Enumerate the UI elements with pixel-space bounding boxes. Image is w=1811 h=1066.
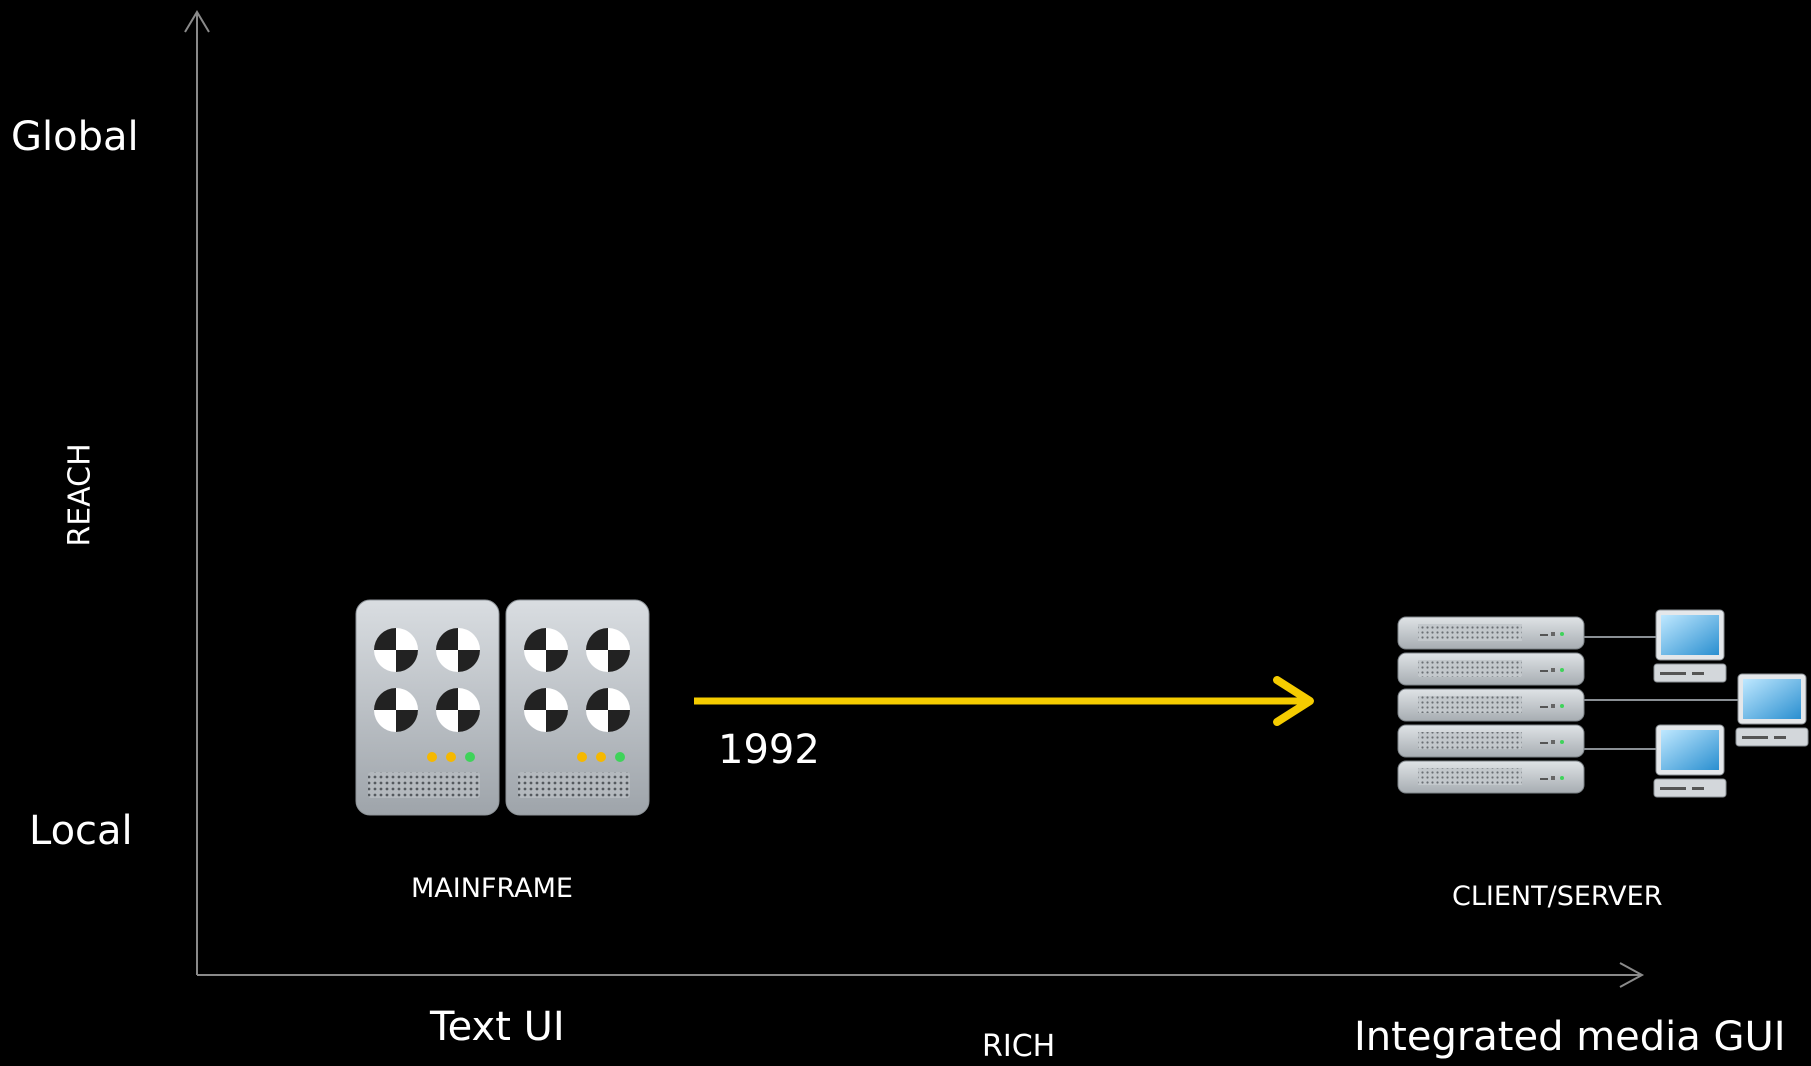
x-axis bbox=[197, 962, 1645, 988]
mainframe-label: MAINFRAME bbox=[411, 873, 573, 904]
mainframe-icon bbox=[355, 599, 650, 816]
mainframe-cabinet-left bbox=[355, 599, 500, 816]
computer-icon bbox=[1735, 673, 1809, 747]
y-axis-title: REACH bbox=[62, 443, 98, 547]
y-axis-top-label: Global bbox=[11, 114, 139, 160]
transition-arrow bbox=[694, 676, 1314, 726]
x-axis-left-label: Text UI bbox=[430, 1004, 565, 1050]
client-server-label: CLIENT/SERVER bbox=[1452, 881, 1663, 912]
x-axis-right-label: Integrated media GUI bbox=[1354, 1014, 1786, 1060]
y-axis-bottom-label: Local bbox=[29, 808, 133, 854]
computer-icon bbox=[1653, 724, 1727, 798]
server-rack-icon bbox=[1397, 616, 1585, 794]
computer-icon bbox=[1653, 609, 1727, 683]
x-axis-title: RICH bbox=[982, 1029, 1056, 1064]
client-server-icon bbox=[1397, 609, 1809, 798]
y-axis bbox=[184, 10, 210, 975]
transition-year-label: 1992 bbox=[718, 727, 820, 773]
mainframe-cabinet-right bbox=[505, 599, 650, 816]
